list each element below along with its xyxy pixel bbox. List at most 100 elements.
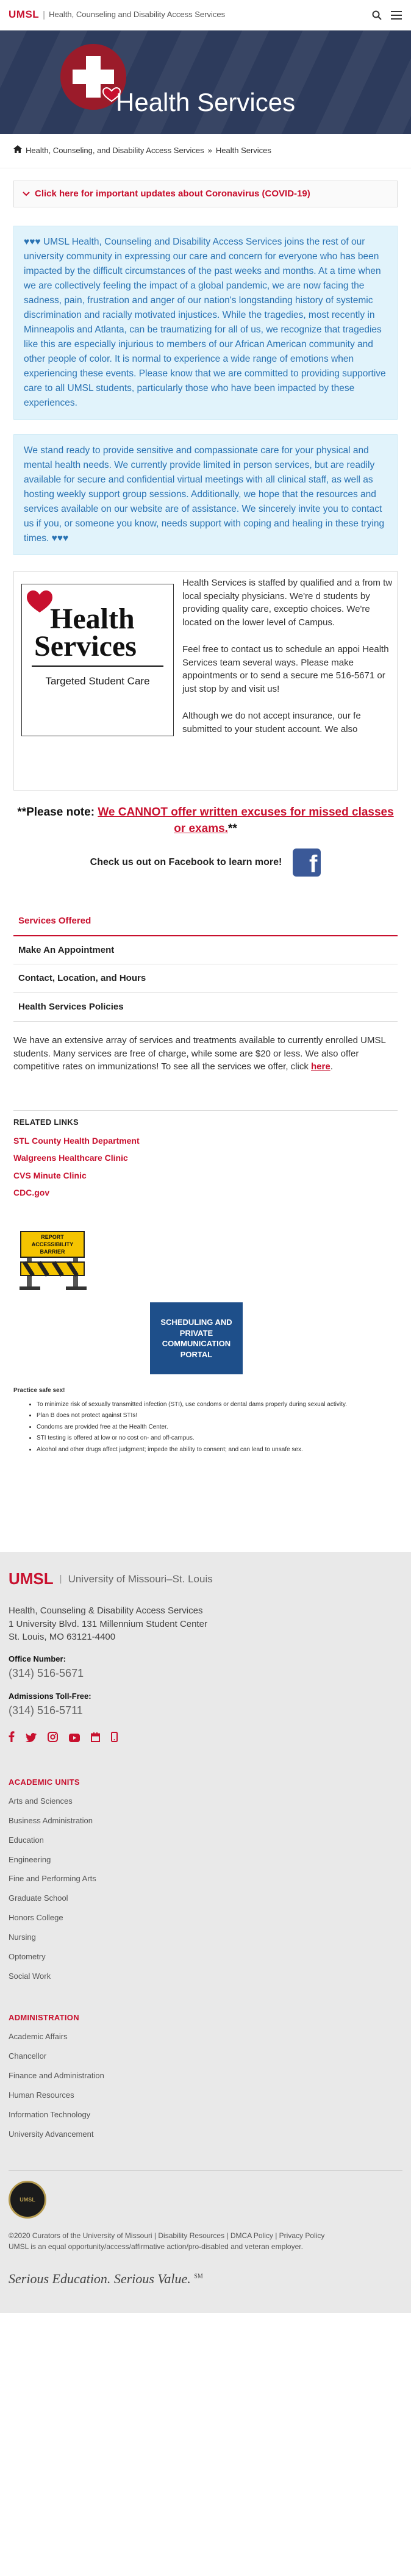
administration-list: Academic Affairs Chancellor Finance and … (9, 2031, 402, 2140)
administration-link[interactable]: Human Resources (9, 2090, 402, 2101)
intro-paragraph-3: Although we do not accept insurance, our… (182, 710, 361, 734)
social-links (9, 1731, 402, 1746)
note-suffix: ** (227, 822, 237, 836)
academic-unit-link[interactable]: Optometry (9, 1951, 402, 1963)
admissions-phone[interactable]: (314) 516-5711 (9, 1702, 402, 1718)
academic-units-heading: ACADEMIC UNITS (9, 1778, 80, 1787)
services-tabs: Services Offered Make An Appointment Con… (13, 907, 398, 1022)
report-accessibility-barrier-button[interactable]: REPORT ACCESSIBILITY BARRIER (18, 1223, 87, 1291)
university-seal: UMSL (9, 2181, 46, 2219)
umsl-brand[interactable]: UMSL (9, 7, 39, 23)
related-link[interactable]: CDC.gov (13, 1186, 398, 1199)
covid-updates-label: Click here for important updates about C… (35, 188, 310, 199)
breadcrumb-separator: » (207, 146, 212, 155)
facebook-callout: Check us out on Facebook to learn more! … (0, 848, 411, 877)
services-end: . (330, 1061, 333, 1072)
menu-icon[interactable] (390, 9, 402, 21)
scheduling-portal-button[interactable]: SCHEDULING AND PRIVATE COMMUNICATION POR… (150, 1302, 243, 1375)
safe-sex-item: Condoms are provided free at the Health … (37, 1423, 398, 1432)
facebook-icon[interactable] (9, 1731, 15, 1746)
search-icon[interactable] (371, 9, 383, 21)
note-prefix: **Please note: (17, 805, 98, 819)
twitter-icon[interactable] (26, 1731, 37, 1746)
administration-link[interactable]: Finance and Administration (9, 2070, 402, 2082)
academic-unit-link[interactable]: Business Administration (9, 1815, 402, 1827)
breadcrumb: Health, Counseling, and Disability Acces… (0, 134, 411, 168)
safe-sex-item: STI testing is offered at low or no cost… (37, 1434, 398, 1443)
calendar-icon[interactable] (91, 1731, 100, 1746)
breadcrumb-current: Health Services (215, 146, 271, 155)
administration-link[interactable]: University Advancement (9, 2129, 402, 2140)
home-icon[interactable] (13, 145, 22, 157)
footer-brand: UMSL (9, 1570, 54, 1588)
brand-separator: | (43, 9, 46, 20)
intro-paragraph-2: Feel free to contact us to schedule an a… (182, 644, 389, 695)
academic-unit-link[interactable]: Arts and Sciences (9, 1796, 402, 1807)
footer-logo-separator: | (59, 1574, 62, 1585)
top-bar: UMSL | Health, Counseling and Disability… (0, 0, 411, 30)
site-name[interactable]: Health, Counseling and Disability Access… (49, 9, 225, 21)
intro-text: Health Services is staffed by qualified … (182, 576, 392, 785)
eeo-statement: UMSL is an equal opportunity/access/affi… (9, 2242, 303, 2251)
copyright-line: ©2020 Curators of the University of Miss… (9, 2231, 325, 2241)
academic-unit-link[interactable]: Education (9, 1835, 402, 1846)
academic-unit-link[interactable]: Fine and Performing Arts (9, 1873, 402, 1885)
safe-sex-item: To minimize risk of sexually transmitted… (37, 1401, 398, 1410)
administration-heading: ADMINISTRATION (9, 2013, 79, 2023)
admissions-label: Admissions Toll-Free: (9, 1692, 91, 1701)
academic-unit-link[interactable]: Nursing (9, 1932, 402, 1943)
footer-address: Health, Counseling & Disability Access S… (9, 1604, 402, 1644)
excuse-note: **Please note: We CANNOT offer written e… (13, 804, 398, 838)
page-title: Health Services (116, 88, 296, 117)
services-here-link[interactable]: here (311, 1061, 331, 1072)
tagline-text: Serious Education. Serious Value. (9, 2271, 191, 2287)
administration-link[interactable]: Academic Affairs (9, 2031, 402, 2043)
related-link[interactable]: STL County Health Department (13, 1135, 398, 1147)
administration-link[interactable]: Chancellor (9, 2051, 402, 2062)
facebook-icon[interactable]: f (293, 848, 321, 877)
copyright-text: ©2020 Curators of the University of Miss… (9, 2231, 402, 2252)
related-links: RELATED LINKS STL County Health Departme… (13, 1110, 398, 1199)
instagram-icon[interactable] (48, 1731, 58, 1746)
footer-tagline: Serious Education. Serious Value. SM (9, 2269, 402, 2289)
breadcrumb-parent[interactable]: Health, Counseling, and Disability Acces… (26, 145, 204, 157)
safe-sex-item: Plan B does not protect against STIs! (37, 1412, 398, 1421)
administration-link[interactable]: Information Technology (9, 2109, 402, 2121)
services-description: We have an extensive array of services a… (13, 1034, 398, 1074)
address-line: 1 University Blvd. 131 Millennium Studen… (9, 1618, 207, 1629)
related-links-heading: RELATED LINKS (13, 1118, 79, 1127)
tab-services-offered[interactable]: Services Offered (13, 907, 398, 936)
tab-policies[interactable]: Health Services Policies (13, 993, 398, 1022)
intro-section: Health Services Targeted Student Care He… (13, 570, 398, 791)
covid-updates-toggle[interactable]: Click here for important updates about C… (13, 180, 398, 207)
footer-bottom: UMSL ©2020 Curators of the University of… (9, 2170, 402, 2289)
health-services-logo: Health Services Targeted Student Care (21, 583, 174, 736)
solidarity-notice: ♥♥♥ UMSL Health, Counseling and Disabili… (13, 225, 398, 420)
address-line: Health, Counseling & Disability Access S… (9, 1605, 203, 1616)
academic-unit-link[interactable]: Social Work (9, 1971, 402, 1982)
address-line: St. Louis, MO 63121-4400 (9, 1632, 116, 1643)
logo-line2: Services (34, 630, 137, 663)
mobile-icon[interactable] (111, 1731, 118, 1746)
logo-tagline: Targeted Student Care (45, 675, 150, 687)
tagline-servicemark: SM (194, 2273, 203, 2280)
related-link[interactable]: Walgreens Healthcare Clinic (13, 1152, 398, 1164)
related-link[interactable]: CVS Minute Clinic (13, 1169, 398, 1182)
intro-paragraph-1: Health Services is staffed by qualified … (182, 577, 392, 628)
barrier-label: REPORT ACCESSIBILITY BARRIER (31, 1234, 74, 1255)
facebook-text: Check us out on Facebook to learn more! (90, 857, 282, 868)
office-phone[interactable]: (314) 516-5671 (9, 1665, 402, 1681)
academic-unit-link[interactable]: Graduate School (9, 1893, 402, 1904)
support-notice: We stand ready to provide sensitive and … (13, 434, 398, 555)
office-label: Office Number: (9, 1654, 66, 1664)
hero-banner: Health Services (0, 30, 411, 134)
academic-units-list: Arts and Sciences Business Administratio… (9, 1796, 402, 1982)
footer-logo[interactable]: UMSL | University of Missouri–St. Louis (9, 1568, 402, 1601)
safe-sex-item: Alcohol and other drugs affect judgment;… (37, 1446, 398, 1455)
academic-unit-link[interactable]: Honors College (9, 1912, 402, 1924)
tab-make-appointment[interactable]: Make An Appointment (13, 936, 398, 965)
youtube-icon[interactable] (69, 1731, 80, 1746)
excuse-policy-link[interactable]: We CANNOT offer written excuses for miss… (98, 806, 393, 836)
tab-contact-location-hours[interactable]: Contact, Location, and Hours (13, 964, 398, 994)
academic-unit-link[interactable]: Engineering (9, 1854, 402, 1866)
